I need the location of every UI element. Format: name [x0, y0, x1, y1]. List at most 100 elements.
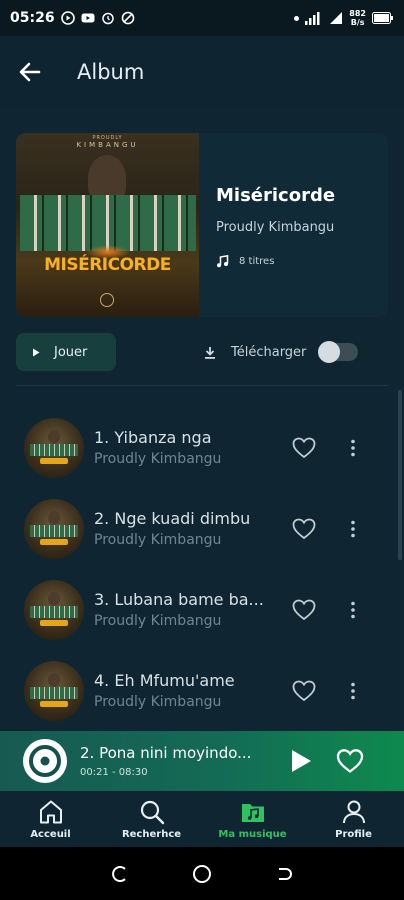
now-playing-title: 2. Pona nini moyindo... [80, 744, 252, 762]
album-cover: PROUDLY KIMBANGU MISÉRICORDE [16, 133, 199, 317]
more-options-button[interactable] [343, 435, 363, 461]
speed-value: 882 [349, 9, 366, 18]
play-circle-icon [60, 11, 75, 25]
nav-label-search: Recherhce [121, 829, 182, 840]
heart-outline-icon [292, 437, 316, 458]
music-note-icon [217, 255, 229, 268]
cover-fire [86, 245, 130, 259]
back-system-icon[interactable] [274, 864, 294, 884]
now-playing-info: 2. Pona nini moyindo... 00:21 - 08:30 [80, 744, 260, 778]
track-row[interactable]: 2. Nge kuadi dimbu Proudly Kimbangu [0, 488, 404, 569]
nav-item-profile[interactable]: Profile [303, 791, 404, 847]
nav-label-home: Acceuil [30, 829, 71, 840]
track-artist: Proudly Kimbangu [94, 532, 222, 548]
download-toggle[interactable] [318, 341, 359, 363]
network-speed: 882 B/s [349, 9, 366, 27]
track-artist: Proudly Kimbangu [94, 613, 222, 629]
cover-logo [100, 293, 114, 307]
youtube-icon [81, 13, 95, 23]
album-artist: Proudly Kimbangu [216, 220, 335, 235]
scrollbar[interactable] [398, 390, 402, 560]
track-thumbnail [24, 417, 84, 478]
heart-outline-icon [292, 599, 316, 620]
track-title: 3. Lubana bame ba... [94, 590, 264, 609]
person-icon [342, 800, 365, 824]
notification-dot [294, 15, 300, 21]
nav-item-home[interactable]: Acceuil [0, 791, 101, 847]
track-text: 3. Lubana bame ba... Proudly Kimbangu [94, 590, 269, 629]
track-text: 2. Nge kuadi dimbu Proudly Kimbangu [94, 509, 269, 548]
download-row[interactable]: Télécharger [204, 333, 384, 371]
favorite-button[interactable] [291, 516, 317, 542]
battery-icon [372, 12, 393, 24]
bottom-navigation: Acceuil Recherhce Ma musique Profile [0, 791, 404, 847]
divider [16, 385, 388, 386]
status-time: 05:26 [10, 10, 55, 26]
nav-item-my-music[interactable]: Ma musique [202, 791, 303, 847]
track-artist: Proudly Kimbangu [94, 694, 222, 710]
nav-label-profile: Profile [335, 829, 372, 840]
page-title: Album [77, 60, 145, 84]
play-icon [33, 348, 40, 356]
track-row[interactable]: 3. Lubana bame ba... Proudly Kimbangu [0, 569, 404, 650]
recent-apps-icon[interactable] [110, 864, 130, 884]
favorite-button[interactable] [291, 678, 317, 704]
album-track-count: 8 titres [216, 255, 335, 268]
album-title: Miséricorde [216, 185, 336, 206]
play-album-button[interactable]: Jouer [16, 333, 116, 371]
cell-signal-icon [330, 12, 343, 24]
more-options-button[interactable] [343, 678, 363, 704]
track-thumbnail [24, 498, 84, 559]
heart-outline-icon[interactable] [336, 748, 364, 774]
download-icon [205, 346, 215, 359]
more-options-button[interactable] [343, 597, 363, 623]
back-button[interactable] [0, 42, 60, 102]
system-navigation-bar [0, 847, 404, 900]
track-title: 1. Yibanza nga [94, 428, 212, 447]
arrow-left-icon [19, 62, 41, 82]
nav-item-search[interactable]: Recherhce [101, 791, 202, 847]
more-vertical-icon [351, 601, 355, 618]
status-bar: 05:26 882 B/s [0, 0, 404, 36]
track-row[interactable]: 1. Yibanza nga Proudly Kimbangu [0, 407, 404, 488]
album-info: Miséricorde Proudly Kimbangu 8 titres [199, 133, 335, 317]
now-playing-time: 00:21 - 08:30 [80, 767, 148, 778]
track-title: 2. Nge kuadi dimbu [94, 509, 251, 528]
track-count-text: 8 titres [239, 256, 275, 267]
favorite-button[interactable] [291, 597, 317, 623]
wifi-signal-icon [305, 12, 320, 25]
download-label: Télécharger [231, 344, 307, 360]
track-row[interactable]: 4. Eh Mfumu'ame Proudly Kimbangu [0, 650, 404, 731]
heart-outline-icon [292, 518, 316, 539]
track-text: 1. Yibanza nga Proudly Kimbangu [94, 428, 269, 467]
search-icon [140, 800, 164, 825]
more-vertical-icon [351, 439, 355, 456]
track-title: 4. Eh Mfumu'ame [94, 671, 235, 690]
music-folder-icon [241, 804, 264, 822]
speed-unit: B/s [350, 18, 365, 27]
app-bar: Album [0, 36, 404, 108]
more-vertical-icon [351, 682, 355, 699]
mini-player[interactable]: 2. Pona nini moyindo... 00:21 - 08:30 [0, 731, 404, 791]
play-icon[interactable] [288, 748, 314, 774]
album-card: PROUDLY KIMBANGU MISÉRICORDE Miséricorde… [16, 133, 388, 317]
track-thumbnail [24, 660, 84, 721]
track-text: 4. Eh Mfumu'ame Proudly Kimbangu [94, 671, 269, 710]
toggle-knob [318, 341, 341, 363]
alarm-icon [101, 12, 114, 25]
heart-outline-icon [292, 680, 316, 701]
cover-choir [20, 195, 196, 251]
cover-artist-name: KIMBANGU [76, 141, 139, 149]
nav-label-my-music: Ma musique [218, 829, 287, 840]
favorite-button[interactable] [291, 435, 317, 461]
play-label: Jouer [54, 344, 88, 360]
home-icon [39, 800, 62, 824]
more-options-button[interactable] [343, 516, 363, 542]
home-circle-icon[interactable] [191, 863, 213, 885]
disc-icon [29, 745, 61, 777]
track-artist: Proudly Kimbangu [94, 451, 222, 467]
more-vertical-icon [351, 520, 355, 537]
data-saver-icon [121, 11, 134, 25]
now-playing-disc [23, 739, 67, 783]
track-thumbnail [24, 579, 84, 640]
